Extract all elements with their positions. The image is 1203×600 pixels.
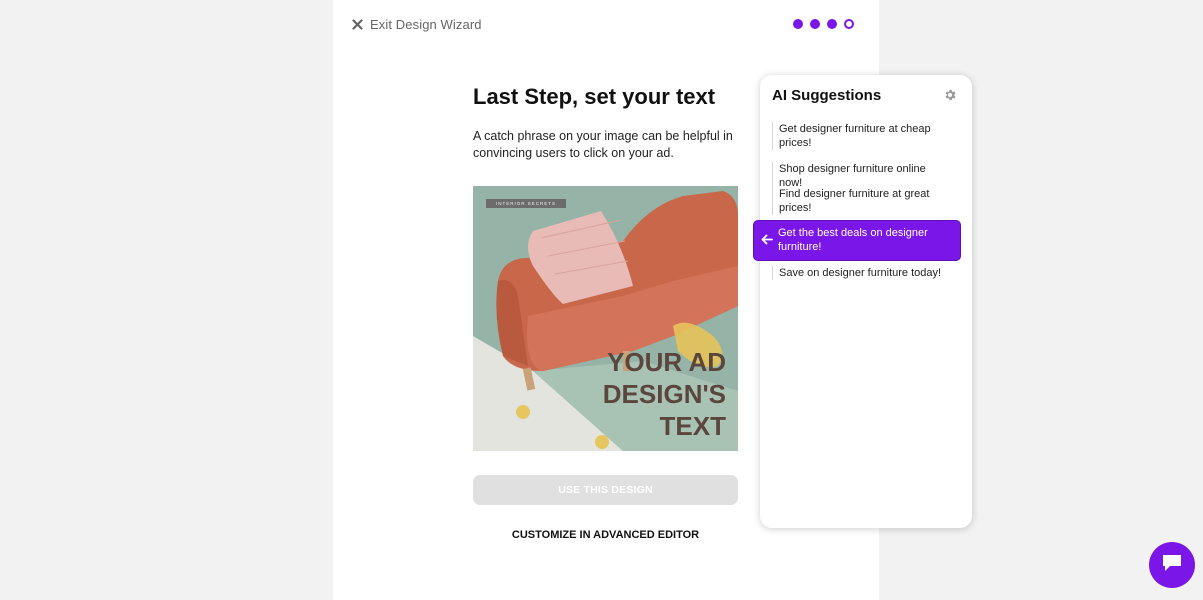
step-description: A catch phrase on your image can be help… (473, 129, 733, 160)
chat-support-button[interactable] (1149, 542, 1195, 588)
step-dot (810, 19, 820, 29)
suggestion-text: Get the best deals on designer furniture… (778, 227, 928, 253)
chat-bubble-icon (1161, 553, 1183, 578)
ad-design-preview: INTERIOR SECRETS YOUR AD DESIGN'S TEXT (473, 186, 738, 451)
suggestion-text: Find designer furniture at great prices! (779, 188, 930, 214)
ai-suggestions-title: AI Suggestions (772, 87, 882, 104)
close-icon (352, 19, 363, 30)
step-dot (827, 19, 837, 29)
ai-settings-button[interactable] (943, 88, 957, 102)
step-progress-indicator (793, 19, 854, 29)
exit-design-wizard-link[interactable]: Exit Design Wizard (352, 17, 482, 32)
suggestion-item[interactable]: Shop designer furniture online now! (772, 162, 952, 190)
suggestion-text: Shop designer furniture online now! (779, 163, 926, 189)
suggestion-text: Get designer furniture at cheap prices! (779, 123, 931, 149)
suggestion-text: Save on designer furniture today! (779, 267, 942, 279)
gear-icon (943, 88, 957, 102)
suggestion-item[interactable]: Find designer furniture at great prices! (772, 187, 952, 215)
page-title: Last Step, set your text (473, 84, 716, 109)
customize-in-advanced-editor-link[interactable]: CUSTOMIZE IN ADVANCED EDITOR (473, 529, 738, 541)
arrow-left-icon[interactable] (761, 234, 773, 249)
suggestion-item[interactable]: Save on designer furniture today! (772, 266, 952, 280)
suggestion-item[interactable]: Get designer furniture at cheap prices! (772, 122, 952, 150)
ad-overlay-text: YOUR AD DESIGN'S TEXT (602, 347, 726, 441)
step-dot (793, 19, 803, 29)
ai-suggestions-panel: AI Suggestions Get designer furniture at… (754, 75, 972, 528)
ad-brand-tag: INTERIOR SECRETS (486, 199, 567, 208)
exit-label: Exit Design Wizard (370, 17, 482, 32)
use-this-design-button[interactable]: USE THIS DESIGN (473, 475, 738, 505)
step-dot-current (844, 19, 854, 29)
suggestion-item-selected[interactable]: Get the best deals on designer furniture… (754, 221, 960, 260)
